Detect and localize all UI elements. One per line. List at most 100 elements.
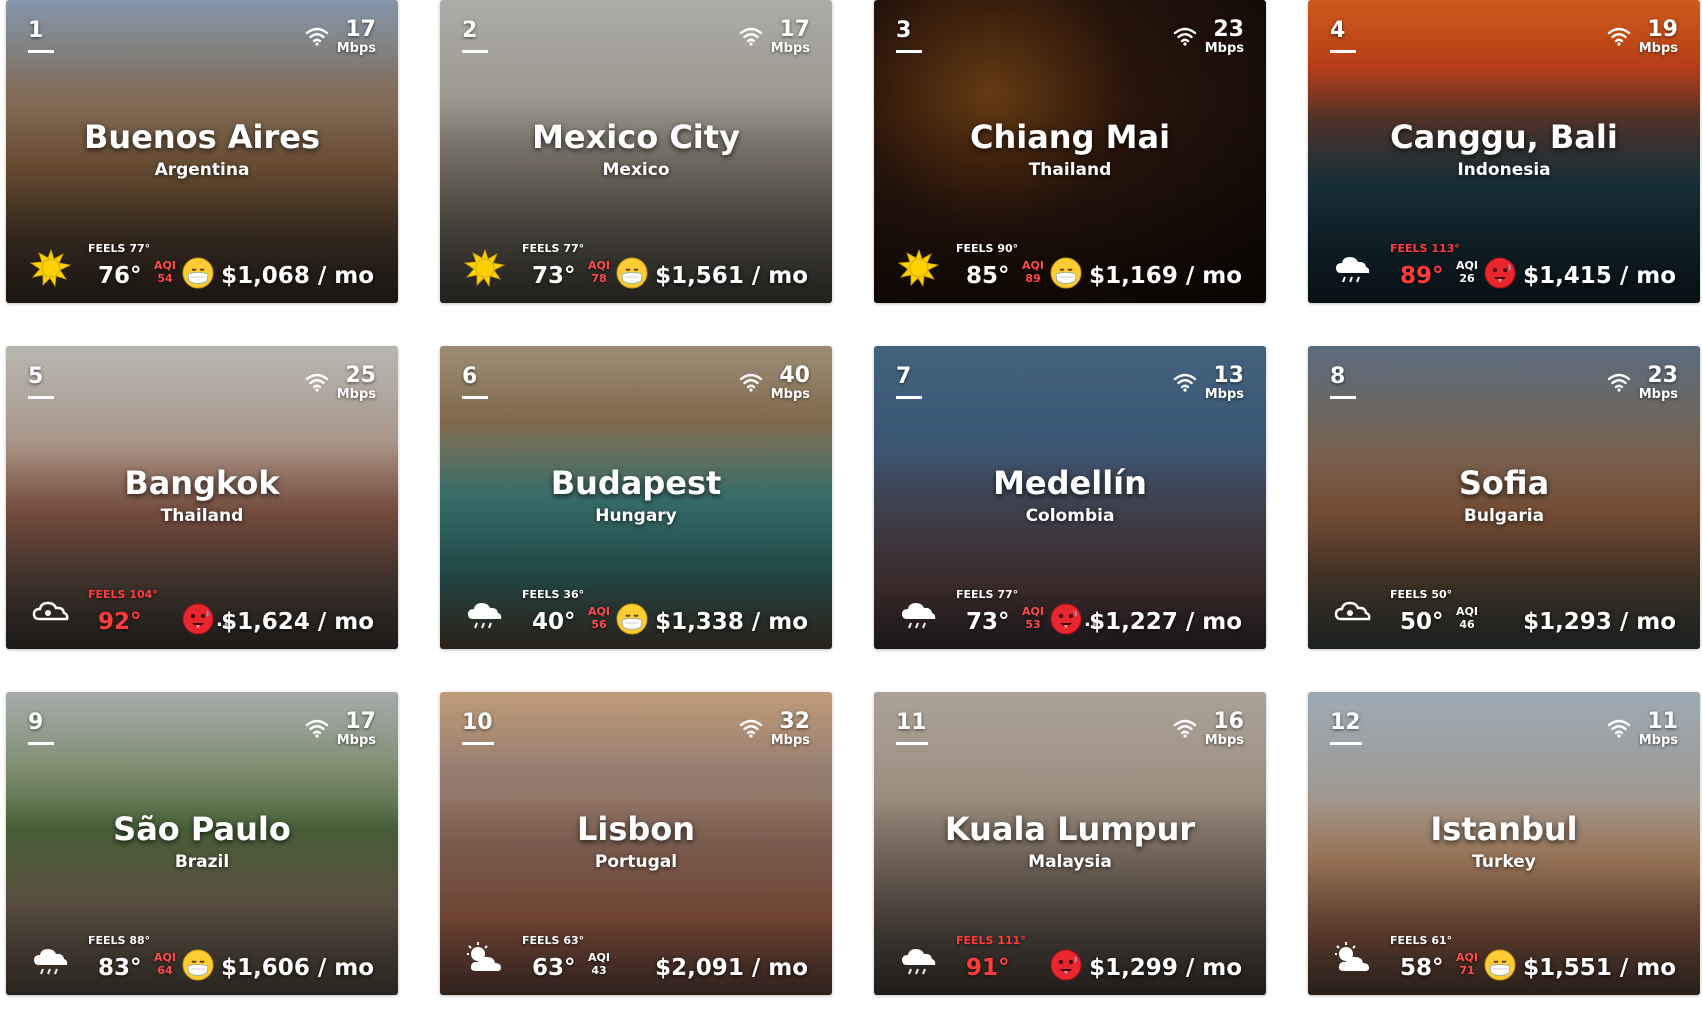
card-footer: FEELS 63° 63° AQI 43 $2,091 / mo: [440, 934, 832, 995]
speed-value: 17: [345, 709, 376, 734]
country-name: Portugal: [594, 852, 678, 872]
speed-unit: Mbps: [336, 387, 376, 402]
city-name: Mexico City: [532, 118, 740, 156]
rank-number: 2: [462, 18, 478, 43]
temperature: 63°: [532, 955, 576, 981]
rank-underline: [1330, 396, 1356, 399]
speed-value: 19: [1647, 17, 1678, 42]
rain-icon: [30, 941, 72, 979]
temperature: 76°: [98, 263, 142, 289]
cloud-icon: [1332, 595, 1374, 633]
card-footer: FEELS 111° 91° $1,299 / mo: [874, 934, 1266, 995]
city-card[interactable]: 12 11 Mbps Istanbul Turkey FEELS 61° 58° AQI 71 $…: [1308, 692, 1700, 995]
temperature: 40°: [532, 609, 576, 635]
wifi-icon: [305, 372, 329, 392]
temperature: 73°: [966, 609, 1010, 635]
speed-unit: Mbps: [336, 733, 376, 748]
card-footer: FEELS 113° 89° AQI 26 $1,415 / mo: [1308, 242, 1700, 303]
speed-unit: Mbps: [1204, 41, 1244, 56]
air-quality: AQI 54: [154, 259, 176, 285]
monthly-cost: $1,299 / mo: [1089, 955, 1242, 981]
sun-icon: [29, 248, 72, 288]
wifi-icon: [1173, 372, 1197, 392]
country-name: Thailand: [160, 506, 244, 526]
card-footer: FEELS 77° 76° AQI 54 $1,068 / mo: [6, 242, 398, 303]
city-card[interactable]: 7 13 Mbps Medellín Colombia FEELS 77° 73° AQI 53…: [874, 346, 1266, 649]
air-quality: AQI 43: [588, 951, 610, 977]
speed-value: 32: [779, 709, 810, 734]
rank-number: 7: [896, 364, 912, 389]
city-card[interactable]: 5 25 Mbps Bangkok Thailand FEELS 104° 92°... $1…: [6, 346, 398, 649]
feels-like: FEELS 90°: [956, 242, 1019, 255]
speed-value: 16: [1213, 709, 1244, 734]
card-footer: FEELS 36° 40° AQI 56 $1,338 / mo: [440, 588, 832, 649]
feels-like: FEELS 61°: [1390, 934, 1453, 947]
city-card[interactable]: 10 32 Mbps Lisbon Portugal FEELS 63° 63° AQI 43 $…: [440, 692, 832, 995]
city-card[interactable]: 6 40 Mbps Budapest Hungary FEELS 36° 40° AQI 56 $…: [440, 346, 832, 649]
monthly-cost: $1,068 / mo: [221, 263, 374, 289]
monthly-cost: $1,624 / mo: [221, 609, 374, 635]
rank-number: 12: [1330, 710, 1361, 735]
city-name: Istanbul: [1430, 810, 1578, 848]
rank-underline: [896, 396, 922, 399]
air-quality: AQI 64: [154, 951, 176, 977]
feels-like: FEELS 111°: [956, 934, 1026, 947]
city-card[interactable]: 3 23 Mbps Chiang Mai Thailand FEELS 90° 85° AQI…: [874, 0, 1266, 303]
wifi-icon: [305, 26, 329, 46]
city-card[interactable]: 2 17 Mbps Mexico City Mexico FEELS 77° 73° AQI 7…: [440, 0, 832, 303]
monthly-cost: $1,227 / mo: [1089, 609, 1242, 635]
card-footer: FEELS 77° 73° AQI 53... $1,227 / mo: [874, 588, 1266, 649]
city-name: Canggu, Bali: [1390, 118, 1618, 156]
wifi-icon: [1607, 372, 1631, 392]
rank-number: 5: [28, 364, 44, 389]
city-name: Medellín: [993, 464, 1147, 502]
speed-unit: Mbps: [770, 41, 810, 56]
country-name: Argentina: [154, 160, 250, 180]
hot-face-icon: [182, 603, 214, 635]
temperature: 50°: [1400, 609, 1444, 635]
city-card[interactable]: 9 17 Mbps São Paulo Brazil FEELS 88° 83° AQI 64 $…: [6, 692, 398, 995]
monthly-cost: $1,338 / mo: [655, 609, 808, 635]
card-footer: FEELS 50° 50° AQI 46 $1,293 / mo: [1308, 588, 1700, 649]
speed-unit: Mbps: [1638, 387, 1678, 402]
sun-cloud-icon: [464, 941, 506, 979]
country-name: Bulgaria: [1463, 506, 1545, 526]
city-card[interactable]: 11 16 Mbps Kuala Lumpur Malaysia FEELS 111° 91…: [874, 692, 1266, 995]
sun-icon: [463, 248, 506, 288]
mask-face-icon: [182, 257, 214, 289]
rank-underline: [28, 396, 54, 399]
city-card[interactable]: 8 23 Mbps Sofia Bulgaria FEELS 50° 50° AQI 46 $1,…: [1308, 346, 1700, 649]
rank-number: 6: [462, 364, 478, 389]
country-name: Brazil: [174, 852, 230, 872]
speed-unit: Mbps: [336, 41, 376, 56]
internet-speed: 19 Mbps: [1607, 18, 1678, 56]
internet-speed: 16 Mbps: [1173, 710, 1244, 748]
rank-underline: [896, 742, 928, 745]
country-name: Malaysia: [1028, 852, 1112, 872]
wifi-icon: [739, 718, 763, 738]
city-card[interactable]: 1 17 Mbps Buenos Aires Argentina FEELS 77° 76°…: [6, 0, 398, 303]
monthly-cost: $1,561 / mo: [655, 263, 808, 289]
temperature: 58°: [1400, 955, 1444, 981]
air-quality: AQI 56: [588, 605, 610, 631]
card-footer: FEELS 88° 83° AQI 64 $1,606 / mo: [6, 934, 398, 995]
wifi-icon: [739, 372, 763, 392]
internet-speed: 23 Mbps: [1173, 18, 1244, 56]
speed-value: 40: [779, 363, 810, 388]
city-card[interactable]: 4 19 Mbps Canggu, Bali Indonesia FEELS 113° 89…: [1308, 0, 1700, 303]
speed-unit: Mbps: [770, 387, 810, 402]
speed-value: 11: [1647, 709, 1678, 734]
speed-value: 17: [779, 17, 810, 42]
feels-like: FEELS 88°: [88, 934, 151, 947]
internet-speed: 40 Mbps: [739, 364, 810, 402]
temperature: 73°: [532, 263, 576, 289]
speed-value: 13: [1213, 363, 1244, 388]
feels-like: FEELS 77°: [956, 588, 1019, 601]
rank-number: 11: [896, 710, 927, 735]
rank-number: 1: [28, 18, 44, 43]
rain-icon: [1332, 249, 1374, 287]
internet-speed: 17 Mbps: [305, 18, 376, 56]
feels-like: FEELS 104°: [88, 588, 158, 601]
hot-face-icon: [1484, 257, 1516, 289]
city-name: Kuala Lumpur: [944, 810, 1196, 848]
